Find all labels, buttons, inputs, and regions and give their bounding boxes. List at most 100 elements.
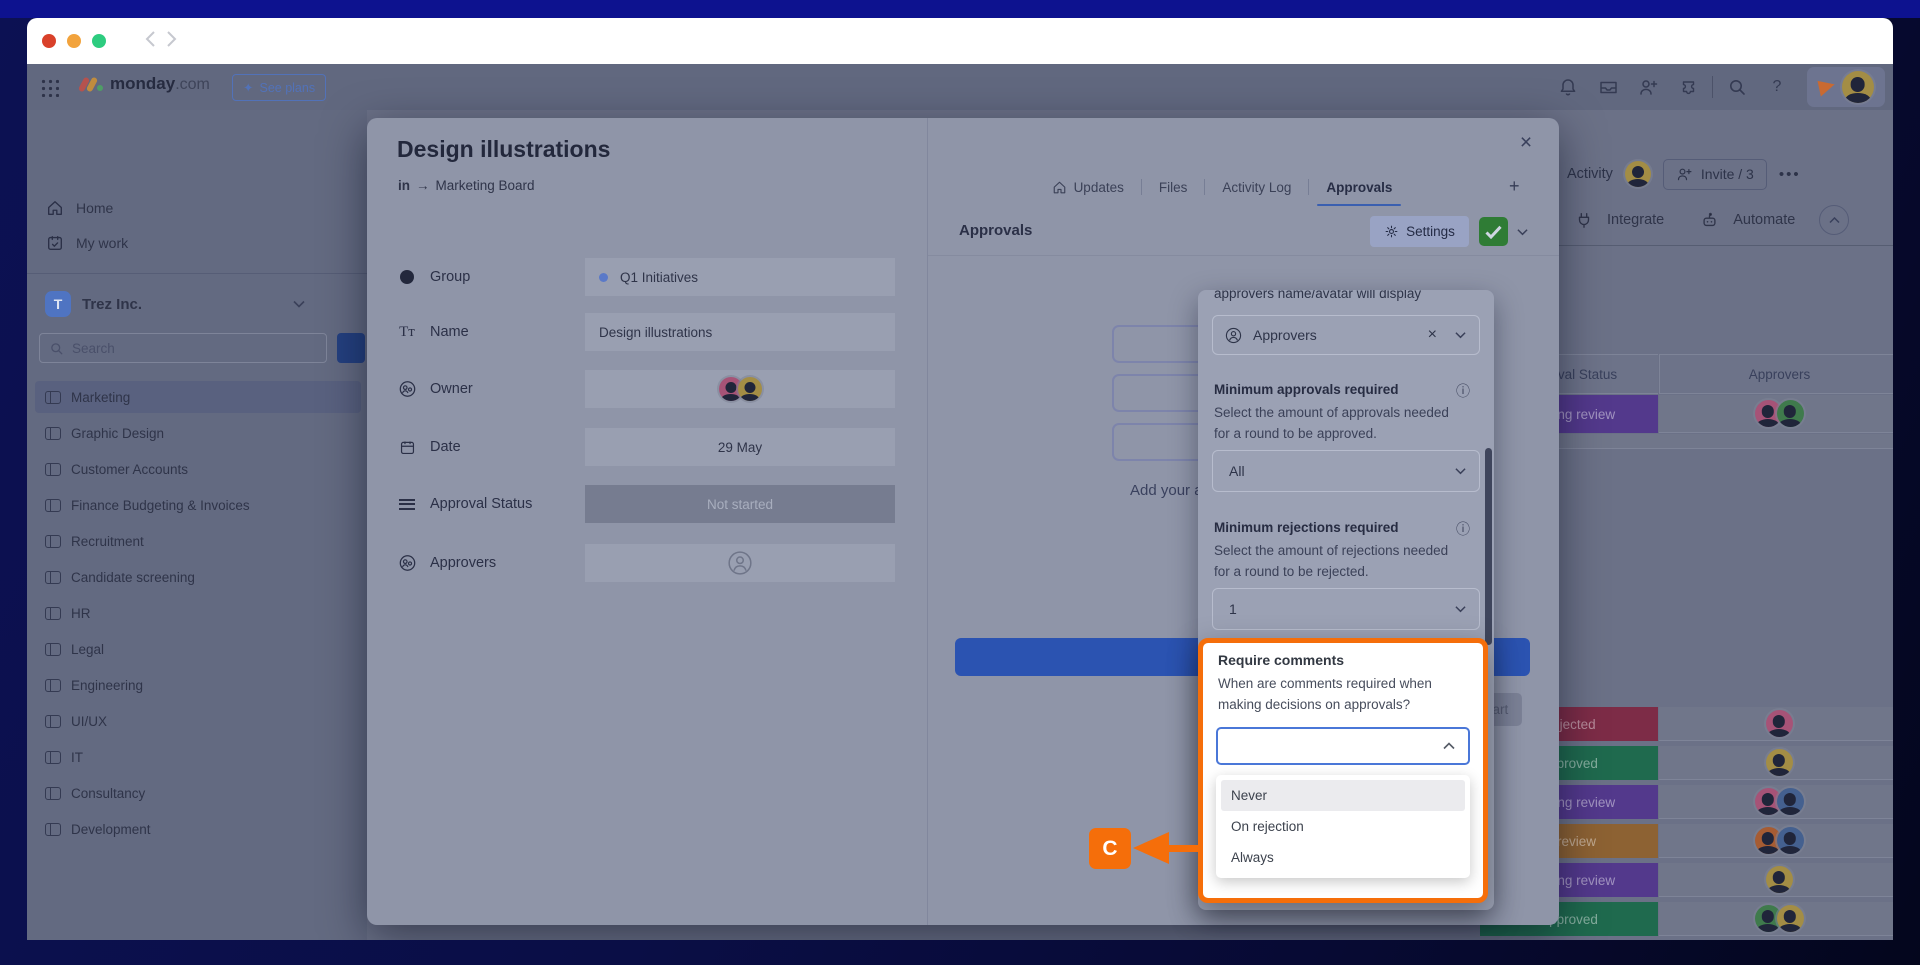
workspace-avatar: T <box>45 291 71 317</box>
sidebar-board-marketing[interactable]: Marketing <box>35 381 361 413</box>
min-approvals-select[interactable]: All <box>1212 450 1480 492</box>
sidebar-board-hr[interactable]: HR <box>35 597 361 629</box>
chevron-up-icon <box>1443 742 1455 750</box>
board-icon <box>45 498 61 512</box>
sidebar-board-finance[interactable]: Finance Budgeting & Invoices <box>35 489 361 521</box>
board-icon <box>45 570 61 584</box>
remove-icon[interactable]: × <box>1428 326 1437 344</box>
invite-button[interactable]: Invite / 3 <box>1662 158 1767 190</box>
apps-grid-icon[interactable] <box>39 77 59 97</box>
chevron-down-icon[interactable] <box>1455 331 1466 339</box>
monday-logo-icon <box>77 75 103 93</box>
collapse-icon[interactable] <box>1819 205 1850 235</box>
integrate-label[interactable]: Integrate <box>1607 212 1664 228</box>
approvers-cell[interactable] <box>1659 785 1893 819</box>
sidebar-search[interactable] <box>39 333 327 363</box>
require-comments-select[interactable] <box>1216 727 1470 765</box>
sidebar-board-consultancy[interactable]: Consultancy <box>35 777 361 809</box>
chevron-down-icon[interactable] <box>293 300 305 308</box>
sidebar-item-home[interactable]: Home <box>35 192 359 224</box>
tab-approvals[interactable]: Approvals <box>1309 170 1409 206</box>
notifications-bell-icon[interactable] <box>1548 72 1588 102</box>
close-icon[interactable]: × <box>1511 128 1541 158</box>
inbox-tray-icon[interactable] <box>1588 72 1628 102</box>
add-tab-icon[interactable]: + <box>1509 176 1520 197</box>
sidebar-board-uiux[interactable]: UI/UX <box>35 705 361 737</box>
sidebar-board-it[interactable]: IT <box>35 741 361 773</box>
tab-updates[interactable]: Updates <box>1035 170 1141 204</box>
sidebar-item-my-work[interactable]: My work <box>35 227 359 259</box>
chevron-down-icon[interactable] <box>1517 228 1528 236</box>
search-icon[interactable] <box>1717 72 1757 102</box>
help-icon[interactable]: ? <box>1757 72 1797 102</box>
desktop-frame: monday.com ✦ See plans ? Home My work T … <box>0 0 1920 965</box>
field-value-date[interactable]: 29 May <box>585 428 895 466</box>
field-value-approval-status[interactable]: Not started <box>585 485 895 523</box>
automate-robot-icon <box>1700 211 1719 229</box>
person-plus-icon <box>1677 168 1692 181</box>
sidebar-board-graphic-design[interactable]: Graphic Design <box>35 417 361 449</box>
settings-button[interactable]: Settings <box>1370 216 1469 247</box>
sparkle-icon: ✦ <box>243 81 254 95</box>
require-comments-highlight: Require comments When are comments requi… <box>1198 638 1488 903</box>
forward-icon[interactable] <box>166 30 177 48</box>
panel-scrollbar[interactable] <box>1485 448 1492 645</box>
close-window-button[interactable] <box>42 34 56 48</box>
automate-label[interactable]: Automate <box>1733 212 1795 228</box>
monday-app: monday.com ✦ See plans ? Home My work T … <box>27 64 1893 940</box>
option-always[interactable]: Always <box>1221 842 1465 873</box>
sidebar-board-legal[interactable]: Legal <box>35 633 361 665</box>
sidebar-board-customer-accounts[interactable]: Customer Accounts <box>35 453 361 485</box>
field-label-owner: Owner <box>397 370 473 408</box>
user-avatar[interactable] <box>1841 71 1874 103</box>
activity-label[interactable]: Activity <box>1567 166 1613 182</box>
require-comments-title: Require comments <box>1218 652 1345 668</box>
sidebar-board-candidate-screening[interactable]: Candidate screening <box>35 561 361 593</box>
option-never[interactable]: Never <box>1221 780 1465 811</box>
approvers-cell[interactable] <box>1659 863 1893 897</box>
field-value-group[interactable]: Q1 Initiatives <box>585 258 895 296</box>
account-switcher[interactable] <box>1807 67 1885 107</box>
see-plans-button[interactable]: ✦ See plans <box>232 74 327 101</box>
info-icon[interactable]: ⓘ <box>1456 519 1470 539</box>
option-on-rejection[interactable]: On rejection <box>1221 811 1465 842</box>
min-rejections-label: Minimum rejections required <box>1214 520 1399 535</box>
minimize-window-button[interactable] <box>67 34 81 48</box>
column-header-approvers[interactable]: Approvers <box>1659 354 1893 394</box>
approvers-cell[interactable] <box>1659 395 1893 433</box>
approvers-cell[interactable] <box>1659 707 1893 741</box>
info-icon[interactable]: ⓘ <box>1456 381 1470 401</box>
approvers-cell[interactable] <box>1659 746 1893 780</box>
min-rejections-select[interactable]: 1 <box>1212 588 1480 630</box>
sidebar-board-recruitment[interactable]: Recruitment <box>35 525 361 557</box>
approvers-cell[interactable] <box>1659 902 1893 936</box>
board-icon <box>45 714 61 728</box>
monday-logo[interactable]: monday.com <box>77 74 210 94</box>
field-value-approvers[interactable] <box>585 544 895 582</box>
tab-activity-log[interactable]: Activity Log <box>1205 170 1308 204</box>
group-icon <box>397 270 417 284</box>
add-board-button[interactable] <box>337 333 365 363</box>
sidebar-board-development[interactable]: Development <box>35 813 361 845</box>
people-icon <box>397 380 417 398</box>
back-icon[interactable] <box>145 30 156 48</box>
workspace-switcher[interactable]: T Trez Inc. <box>35 288 359 320</box>
home-icon <box>45 199 65 217</box>
search-input[interactable] <box>72 340 292 356</box>
board-icon <box>45 462 61 476</box>
board-icon <box>45 750 61 764</box>
avatar <box>1765 866 1793 893</box>
approvers-cell[interactable] <box>1659 824 1893 858</box>
board-icon <box>45 678 61 692</box>
tab-files[interactable]: Files <box>1142 170 1205 204</box>
board-more-icon[interactable]: ••• <box>1779 166 1801 183</box>
invite-members-icon[interactable] <box>1628 72 1668 102</box>
approval-checkbox[interactable] <box>1479 217 1508 246</box>
field-value-owner[interactable] <box>585 370 895 408</box>
apps-marketplace-icon[interactable] <box>1668 72 1708 102</box>
approvers-column-select[interactable]: Approvers × <box>1212 315 1480 355</box>
breadcrumb[interactable]: in → Marketing Board <box>398 178 535 193</box>
field-value-name[interactable]: Design illustrations <box>585 313 895 351</box>
maximize-window-button[interactable] <box>92 34 106 48</box>
sidebar-board-engineering[interactable]: Engineering <box>35 669 361 701</box>
